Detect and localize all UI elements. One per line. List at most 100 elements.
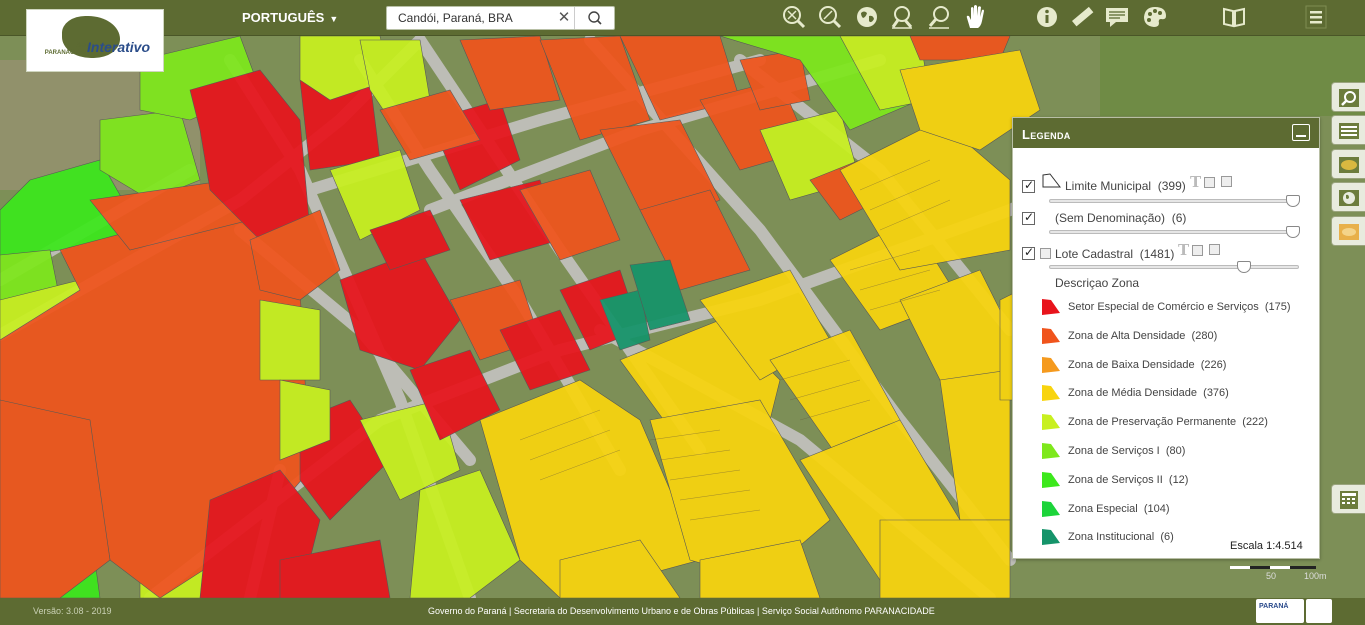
opacity-slider-limite[interactable] bbox=[1049, 195, 1300, 207]
zone-count: (175) bbox=[1264, 301, 1291, 313]
legend-panel: Legenda Limite Municipal (399) T (Sem De… bbox=[1012, 117, 1320, 559]
app-logo[interactable]: SEDU PARANACIDADE Interativo bbox=[26, 9, 164, 72]
zone-label: Zona de Média Densidade bbox=[1068, 387, 1198, 400]
scale-segment bbox=[1230, 566, 1250, 569]
layer-checkbox-lote[interactable] bbox=[1022, 245, 1035, 260]
zone-label: Setor Especial de Comércio e Serviços bbox=[1068, 301, 1259, 313]
language-label: PORTUGUÊS bbox=[242, 10, 325, 25]
search-map-button[interactable] bbox=[1331, 82, 1365, 112]
slider-thumb[interactable] bbox=[1286, 195, 1300, 207]
language-selector[interactable]: PORTUGUÊS ▼ bbox=[242, 10, 338, 25]
layer-label-sem-denominacao: (Sem Denominação) (6) bbox=[1055, 211, 1187, 225]
zone-count: (226) bbox=[1200, 358, 1227, 371]
layers-button[interactable] bbox=[1331, 149, 1365, 179]
zone-swatch-icon bbox=[1042, 443, 1060, 459]
legend-header: Legenda bbox=[1013, 118, 1319, 148]
search-icon bbox=[588, 11, 602, 25]
zone-count: (104) bbox=[1143, 502, 1170, 515]
filter-icon[interactable] bbox=[1204, 177, 1215, 188]
zone-label: Zona de Preservação Permanente bbox=[1068, 416, 1237, 429]
zoom-in-area-icon[interactable] bbox=[817, 4, 843, 30]
layers-icon bbox=[1339, 157, 1359, 173]
search-input[interactable] bbox=[387, 7, 574, 29]
zoom-out-icon[interactable] bbox=[926, 4, 952, 30]
logo-subtitle: SEDU PARANACIDADE bbox=[44, 43, 93, 56]
layer-checkbox-sem-denominacao[interactable] bbox=[1022, 210, 1035, 225]
zone-text: Zona de Serviços I (80) bbox=[1068, 445, 1185, 457]
clear-icon[interactable]: ✕ bbox=[555, 8, 573, 28]
label-toggle-icon[interactable]: T bbox=[1190, 173, 1201, 191]
zone-label: Zona Especial bbox=[1068, 502, 1138, 515]
zone-text: Zona Institucional (6) bbox=[1068, 531, 1174, 543]
scale-segment bbox=[1250, 566, 1270, 569]
comment-icon[interactable] bbox=[1104, 4, 1130, 30]
scale-end-label: 100m bbox=[1304, 571, 1327, 581]
layer-checkbox-limite[interactable] bbox=[1022, 178, 1035, 193]
ruler-icon[interactable] bbox=[1070, 4, 1096, 30]
scale-bar: 50 100m bbox=[1230, 566, 1327, 581]
zone-text: Zona de Preservação Permanente (222) bbox=[1068, 416, 1268, 428]
layer-label-lote: Lote Cadastral (1481) bbox=[1055, 247, 1175, 261]
slider-thumb[interactable] bbox=[1286, 226, 1300, 238]
legend-subtitle: Descriçao Zona bbox=[1055, 276, 1140, 290]
zone-swatch-icon bbox=[1042, 529, 1060, 546]
gov-logo-text: PARANÁ bbox=[1259, 603, 1289, 610]
legend-title: Legenda bbox=[1022, 127, 1071, 142]
info-icon[interactable] bbox=[1034, 4, 1060, 30]
logo-title: Interativo bbox=[87, 39, 151, 55]
zone-text: Zona Especial (104) bbox=[1068, 503, 1170, 515]
menu-icon[interactable] bbox=[1303, 4, 1329, 30]
zone-count: (6) bbox=[1160, 531, 1174, 544]
footer: Versão: 3.08 - 2019 Governo do Paraná | … bbox=[0, 598, 1365, 625]
opacity-slider-sem-denominacao[interactable] bbox=[1049, 226, 1300, 238]
zone-label: Zona de Baixa Densidade bbox=[1068, 358, 1195, 371]
filter-icon[interactable] bbox=[1192, 245, 1203, 256]
zone-swatch-icon bbox=[1042, 356, 1060, 373]
zone-text: Zona de Média Densidade (376) bbox=[1068, 387, 1229, 399]
search-button[interactable] bbox=[574, 7, 615, 29]
zoom-in-icon[interactable] bbox=[889, 4, 915, 30]
paranacidade-logo[interactable] bbox=[1306, 599, 1332, 623]
top-toolbar: PORTUGUÊS ▼ ✕ bbox=[0, 0, 1365, 36]
zone-text: Zona de Alta Densidade (280) bbox=[1068, 330, 1217, 342]
search-map-icon bbox=[1339, 89, 1359, 107]
palette-icon[interactable] bbox=[1142, 4, 1168, 30]
basemap-icon bbox=[1339, 224, 1359, 240]
scale-segment bbox=[1290, 566, 1316, 569]
opacity-slider-lote[interactable] bbox=[1049, 261, 1299, 273]
list-button[interactable] bbox=[1331, 115, 1365, 145]
zone-text: Setor Especial de Comércio e Serviços (1… bbox=[1068, 301, 1291, 313]
zone-count: (80) bbox=[1165, 445, 1186, 457]
scale-mid-label: 50 bbox=[1266, 571, 1277, 581]
zone-count: (376) bbox=[1203, 387, 1229, 400]
zone-text: Zona de Serviços II (12) bbox=[1068, 474, 1188, 486]
label-toggle-icon[interactable]: T bbox=[1178, 241, 1189, 259]
globe-icon[interactable] bbox=[854, 4, 880, 30]
minimize-button[interactable] bbox=[1292, 124, 1310, 141]
zone-label: Zona Institucional bbox=[1068, 531, 1155, 544]
collapse-icon[interactable] bbox=[1040, 248, 1051, 259]
world-map-button[interactable] bbox=[1331, 182, 1365, 212]
zoom-extent-icon[interactable] bbox=[781, 4, 807, 30]
book-icon[interactable] bbox=[1221, 4, 1247, 30]
layer-label-limite: Limite Municipal (399) bbox=[1065, 179, 1186, 193]
credits-text: Governo do Paraná | Secretaria do Desenv… bbox=[428, 606, 935, 616]
slider-thumb[interactable] bbox=[1237, 261, 1251, 273]
zone-count: (280) bbox=[1191, 329, 1218, 342]
parana-gov-logo[interactable]: PARANÁ bbox=[1256, 599, 1304, 623]
zone-swatch-icon bbox=[1042, 500, 1060, 517]
zone-label: Zona de Alta Densidade bbox=[1068, 329, 1186, 342]
zone-swatch-icon bbox=[1042, 414, 1060, 431]
calculator-button[interactable] bbox=[1331, 484, 1365, 514]
search-bar: ✕ bbox=[386, 6, 615, 30]
table-icon[interactable] bbox=[1221, 176, 1232, 187]
scale-segment bbox=[1270, 566, 1290, 569]
table-icon[interactable] bbox=[1209, 244, 1220, 255]
zone-swatch-icon bbox=[1042, 327, 1060, 344]
zone-label: Zona de Serviços I bbox=[1068, 445, 1160, 457]
zone-text: Zona de Baixa Densidade (226) bbox=[1068, 359, 1226, 371]
pan-hand-icon[interactable] bbox=[962, 4, 988, 30]
list-icon bbox=[1339, 123, 1359, 139]
zone-swatch-icon bbox=[1042, 385, 1060, 402]
basemap-button[interactable] bbox=[1331, 216, 1365, 246]
